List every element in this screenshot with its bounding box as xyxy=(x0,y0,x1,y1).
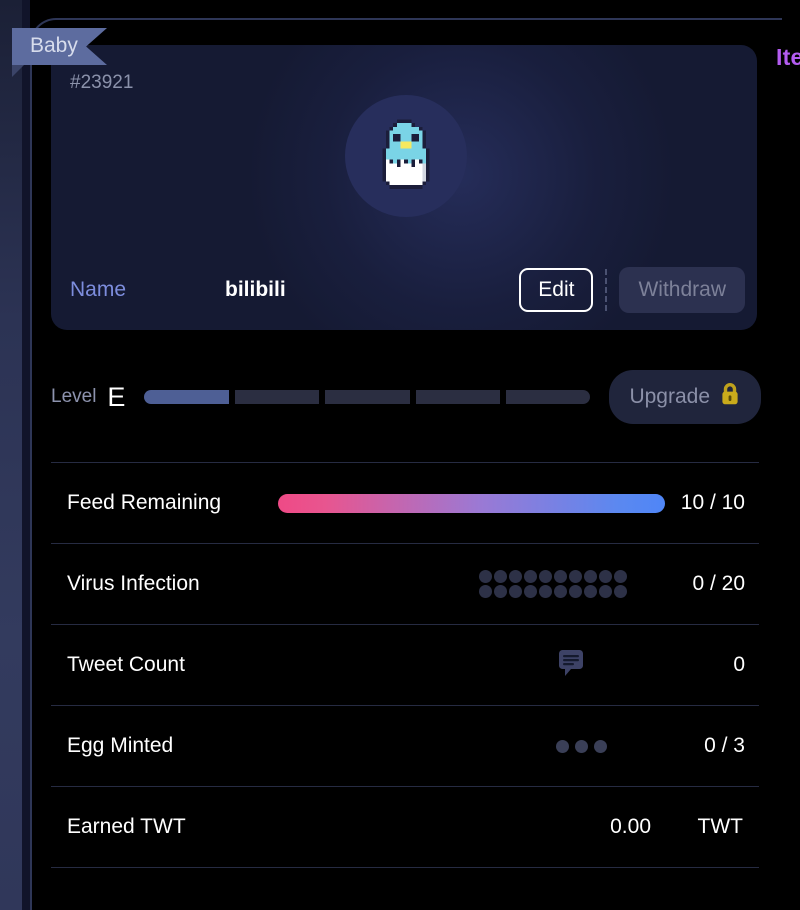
virus-dot xyxy=(524,570,537,583)
pet-serial-number: #23921 xyxy=(70,72,134,93)
upgrade-button[interactable]: Upgrade xyxy=(609,370,761,424)
level-segment xyxy=(325,390,410,404)
egg-dots-container xyxy=(317,739,635,753)
virus-dot xyxy=(599,585,612,598)
virus-dots-container xyxy=(317,570,635,598)
virus-dot xyxy=(614,570,627,583)
stat-label: Earned TWT xyxy=(67,815,186,838)
virus-dot xyxy=(554,570,567,583)
upgrade-button-label: Upgrade xyxy=(629,385,710,408)
earned-twt-unit: TWT xyxy=(697,815,743,838)
virus-dot xyxy=(584,570,597,583)
feed-progress-bar xyxy=(278,493,666,513)
virus-dot xyxy=(584,585,597,598)
name-value: bilibili xyxy=(225,278,286,301)
stat-label: Virus Infection xyxy=(67,572,200,595)
earned-twt-amount: 0.00 xyxy=(610,815,651,838)
virus-dot xyxy=(599,570,612,583)
items-tab-label[interactable]: Ite xyxy=(776,44,800,71)
stage-ribbon-label: Baby xyxy=(30,34,78,57)
button-divider xyxy=(605,269,608,311)
left-edge-inner-strip xyxy=(22,0,30,910)
stat-label: Tweet Count xyxy=(67,653,185,676)
feed-bar-container xyxy=(248,493,666,513)
edit-button[interactable]: Edit xyxy=(519,268,594,312)
stat-row-earned-twt: Earned TWT 0.00 TWT xyxy=(51,787,759,868)
left-edge-strip xyxy=(0,0,22,910)
speech-bubble-icon xyxy=(557,648,585,683)
egg-dot-row xyxy=(556,739,607,753)
virus-dot xyxy=(614,585,627,598)
lock-icon xyxy=(719,382,741,412)
level-segment xyxy=(506,390,591,404)
virus-dot xyxy=(479,585,492,598)
egg-dot xyxy=(594,739,607,753)
stat-value: 10 / 10 xyxy=(680,491,745,514)
stat-row-egg-minted: Egg Minted 0 / 3 xyxy=(51,706,759,787)
name-row: Name bilibili Edit Withdraw xyxy=(70,265,745,315)
virus-dot xyxy=(539,570,552,583)
stats-list: Feed Remaining 10 / 10 Virus Infection 0… xyxy=(51,462,759,868)
virus-dot xyxy=(494,570,507,583)
stat-row-tweet-count: Tweet Count 0 xyxy=(51,625,759,706)
level-segment xyxy=(415,390,501,404)
virus-dot xyxy=(554,585,567,598)
level-progress xyxy=(144,390,591,404)
virus-dot xyxy=(524,585,537,598)
stat-row-feed-remaining: Feed Remaining 10 / 10 xyxy=(51,462,759,544)
stat-row-virus-infection: Virus Infection 0 / 20 xyxy=(51,544,759,625)
stat-label: Egg Minted xyxy=(67,734,174,757)
name-label: Name xyxy=(70,278,127,301)
pixel-chick-egg-avatar-icon xyxy=(375,119,437,193)
egg-dot xyxy=(575,739,588,753)
level-row: Level E Upgrade xyxy=(51,370,761,424)
virus-dot-grid xyxy=(479,570,627,598)
egg-dot xyxy=(556,739,569,753)
virus-dot xyxy=(509,585,522,598)
withdraw-button[interactable]: Withdraw xyxy=(619,267,745,313)
virus-dot xyxy=(539,585,552,598)
level-segment xyxy=(234,390,320,404)
level-segment xyxy=(144,390,229,404)
level-label: Level xyxy=(51,386,97,407)
virus-dot xyxy=(509,570,522,583)
virus-dot xyxy=(569,585,582,598)
stat-value: 0 xyxy=(733,653,745,676)
avatar[interactable] xyxy=(345,95,467,217)
stat-label: Feed Remaining xyxy=(67,491,222,514)
virus-dot xyxy=(479,570,492,583)
virus-dot xyxy=(494,585,507,598)
stat-value: 0 / 20 xyxy=(692,572,745,595)
virus-dot xyxy=(569,570,582,583)
tweet-icon-container xyxy=(317,648,635,683)
stat-value: 0 / 3 xyxy=(704,734,745,757)
level-value: E xyxy=(107,381,126,412)
